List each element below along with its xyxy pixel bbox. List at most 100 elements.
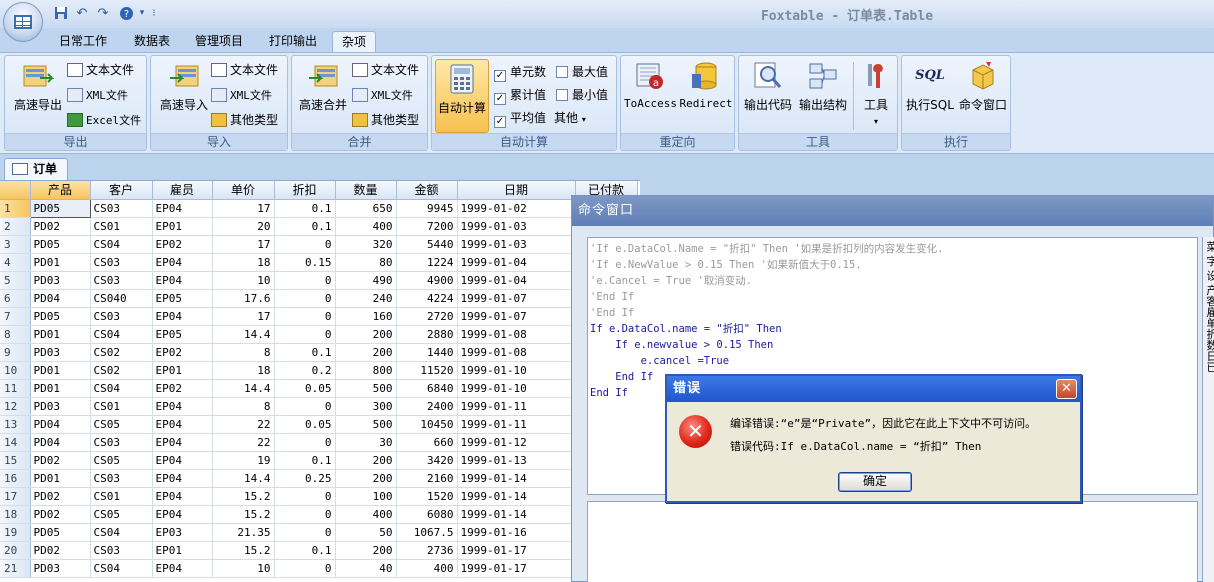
row-number[interactable]: 15	[0, 451, 31, 470]
table-cell[interactable]: 14.4	[212, 379, 275, 398]
table-cell[interactable]: PD02	[30, 541, 91, 560]
table-cell[interactable]: 0	[274, 487, 336, 506]
col-header-quantity[interactable]: 数量	[335, 181, 397, 200]
table-cell[interactable]: 0	[274, 523, 336, 542]
table-row[interactable]: 21 PD03 CS04 EP04 10 0 40 400 1999-01-17	[0, 559, 638, 578]
table-cell[interactable]: EP04	[152, 199, 213, 218]
tab-manage-project[interactable]: 管理项目	[186, 31, 252, 52]
row-number[interactable]: 18	[0, 505, 31, 524]
table-cell[interactable]: EP04	[152, 415, 213, 434]
table-cell[interactable]: PD02	[30, 505, 91, 524]
table-row[interactable]: 20 PD02 CS03 EP01 15.2 0.1 200 2736 1999-01-17	[0, 541, 638, 560]
fast-import-button[interactable]: 高速导入	[155, 60, 213, 113]
row-number[interactable]: 16	[0, 469, 31, 488]
col-header-discount[interactable]: 折扣	[274, 181, 336, 200]
table-row[interactable]: 7 PD05 CS03 EP04 17 0 160 2720 1999-01-07	[0, 307, 638, 326]
table-cell[interactable]: CS04	[90, 523, 153, 542]
table-cell[interactable]: 0	[274, 559, 336, 578]
table-cell[interactable]: 1999-01-03	[457, 217, 576, 236]
table-cell[interactable]: 200	[335, 469, 397, 488]
table-cell[interactable]: 1440	[396, 343, 458, 362]
table-cell[interactable]: 0	[274, 289, 336, 308]
table-cell[interactable]: 10450	[396, 415, 458, 434]
table-cell[interactable]: 0	[274, 397, 336, 416]
table-cell[interactable]: 21.35	[212, 523, 275, 542]
table-cell[interactable]: 500	[335, 415, 397, 434]
table-cell[interactable]: PD05	[30, 235, 91, 254]
table-cell[interactable]: PD03	[30, 397, 91, 416]
checkbox-max[interactable]: 最大值	[556, 62, 608, 82]
table-row[interactable]: 12 PD03 CS01 EP04 8 0 300 2400 1999-01-11	[0, 397, 638, 416]
merge-xml-file[interactable]: XML文件	[352, 85, 413, 105]
table-cell[interactable]: EP04	[152, 505, 213, 524]
table-cell[interactable]: PD01	[30, 361, 91, 380]
table-cell[interactable]: 1999-01-04	[457, 271, 576, 290]
table-cell[interactable]: 400	[396, 559, 458, 578]
import-xml-file[interactable]: XML文件	[211, 85, 272, 105]
table-cell[interactable]: 0	[274, 271, 336, 290]
table-row[interactable]: 4 PD01 CS03 EP04 18 0.15 80 1224 1999-01-04	[0, 253, 638, 272]
row-number[interactable]: 5	[0, 271, 31, 290]
table-cell[interactable]: CS040	[90, 289, 153, 308]
table-cell[interactable]: PD03	[30, 271, 91, 290]
table-cell[interactable]: 2736	[396, 541, 458, 560]
table-cell[interactable]: 490	[335, 271, 397, 290]
table-cell[interactable]: 15.2	[212, 541, 275, 560]
table-cell[interactable]: 1999-01-14	[457, 469, 576, 488]
col-header-price[interactable]: 单价	[212, 181, 275, 200]
table-cell[interactable]: PD05	[30, 307, 91, 326]
table-cell[interactable]: 4900	[396, 271, 458, 290]
table-cell[interactable]: 22	[212, 433, 275, 452]
table-cell[interactable]: 1999-01-07	[457, 289, 576, 308]
table-row[interactable]: 11 PD01 CS04 EP02 14.4 0.05 500 6840 1999-01-10	[0, 379, 638, 398]
table-cell[interactable]: EP04	[152, 253, 213, 272]
col-header-customer[interactable]: 客户	[90, 181, 153, 200]
table-cell[interactable]: 200	[335, 541, 397, 560]
table-cell[interactable]: CS02	[90, 343, 153, 362]
table-cell[interactable]: 20	[212, 217, 275, 236]
table-cell[interactable]: 1999-01-12	[457, 433, 576, 452]
import-other-types[interactable]: 其他类型	[211, 110, 278, 130]
table-cell[interactable]: PD01	[30, 325, 91, 344]
to-access-button[interactable]: a ToAccess	[624, 60, 677, 110]
redirect-button[interactable]: Redirect	[679, 60, 733, 110]
col-header-amount[interactable]: 金额	[396, 181, 458, 200]
table-cell[interactable]: 0	[274, 505, 336, 524]
checkbox-average[interactable]: ✓ 平均值	[494, 108, 546, 128]
table-cell[interactable]: 15.2	[212, 505, 275, 524]
row-number[interactable]: 13	[0, 415, 31, 434]
table-cell[interactable]: 1999-01-10	[457, 361, 576, 380]
table-cell[interactable]: PD01	[30, 253, 91, 272]
col-header-date[interactable]: 日期	[457, 181, 576, 200]
table-row[interactable]: 16 PD01 CS03 EP04 14.4 0.25 200 2160 1999-01-14	[0, 469, 638, 488]
merge-text-file[interactable]: 文本文件	[352, 60, 419, 80]
table-cell[interactable]: 0.2	[274, 361, 336, 380]
export-xml-file[interactable]: XML文件	[67, 85, 128, 105]
row-number[interactable]: 17	[0, 487, 31, 506]
table-cell[interactable]: EP02	[152, 343, 213, 362]
close-button[interactable]: ✕	[1056, 379, 1077, 399]
row-number[interactable]: 1	[0, 199, 31, 218]
table-cell[interactable]: EP04	[152, 397, 213, 416]
table-cell[interactable]: 1520	[396, 487, 458, 506]
row-number[interactable]: 3	[0, 235, 31, 254]
row-number[interactable]: 8	[0, 325, 31, 344]
table-cell[interactable]: 1999-01-08	[457, 325, 576, 344]
table-cell[interactable]: CS03	[90, 433, 153, 452]
table-cell[interactable]: 10	[212, 559, 275, 578]
table-row[interactable]: 9 PD03 CS02 EP02 8 0.1 200 1440 1999-01-08	[0, 343, 638, 362]
table-cell[interactable]: CS04	[90, 559, 153, 578]
table-cell[interactable]: 17	[212, 307, 275, 326]
table-cell[interactable]: 15.2	[212, 487, 275, 506]
table-cell[interactable]: 17.6	[212, 289, 275, 308]
table-row[interactable]: 1 PD05 CS03 EP04 17 0.1 650 9945 1999-01-02	[0, 198, 638, 218]
table-cell[interactable]: CS03	[90, 271, 153, 290]
table-cell[interactable]: 40	[335, 559, 397, 578]
table-cell[interactable]: 14.4	[212, 325, 275, 344]
table-cell[interactable]: CS03	[90, 307, 153, 326]
table-cell[interactable]: 1999-01-04	[457, 253, 576, 272]
row-number[interactable]: 2	[0, 217, 31, 236]
table-cell[interactable]: 22	[212, 415, 275, 434]
table-row[interactable]: 18 PD02 CS05 EP04 15.2 0 400 6080 1999-01-14	[0, 505, 638, 524]
table-row[interactable]: 15 PD02 CS05 EP04 19 0.1 200 3420 1999-01-13	[0, 451, 638, 470]
